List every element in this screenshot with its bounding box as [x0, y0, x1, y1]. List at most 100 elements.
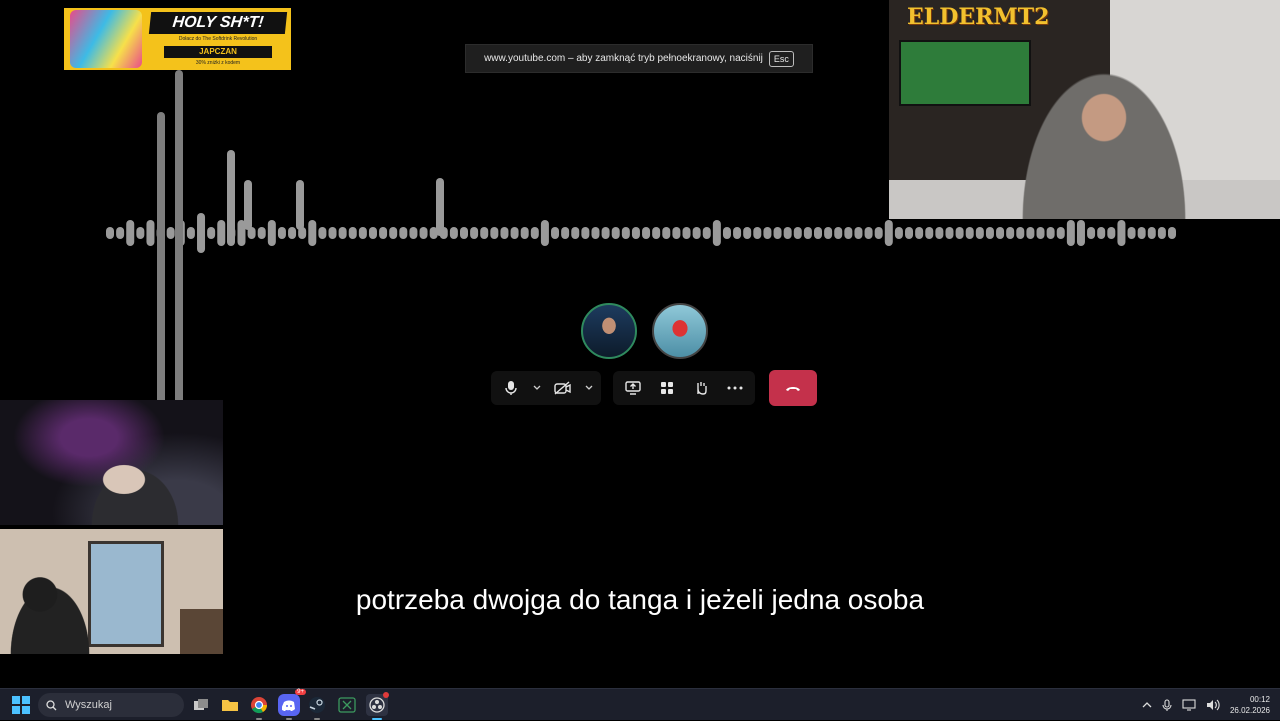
waveform-bar	[490, 227, 499, 239]
waveform-bar	[692, 227, 701, 239]
task-view-button[interactable]	[190, 694, 212, 716]
more-icon	[727, 386, 743, 390]
share-screen-button[interactable]	[617, 373, 649, 403]
apps-button[interactable]	[651, 373, 683, 403]
waveform-bar	[662, 227, 671, 239]
waveform-bar	[702, 227, 711, 239]
waveform-bar	[793, 227, 802, 239]
waveform-bar	[1117, 220, 1126, 246]
waveform-bar	[348, 227, 357, 239]
network-icon[interactable]	[1182, 699, 1196, 711]
apps-icon	[661, 382, 673, 394]
microphone-icon	[505, 381, 517, 395]
waveform-bar	[945, 227, 954, 239]
waveform-bar	[470, 227, 479, 239]
waveform-bar	[1056, 227, 1065, 239]
mic-options-button[interactable]	[529, 373, 545, 403]
sponsor-headline: HOLY SH*T!	[148, 12, 288, 34]
waveform-bar	[1147, 227, 1156, 239]
waveform-bar	[186, 227, 195, 239]
taskbar-clock[interactable]: 00:12 26.02.2026	[1230, 694, 1270, 716]
waveform-bar	[296, 180, 304, 230]
waveform-bar	[227, 150, 235, 246]
waveform-bar	[409, 227, 418, 239]
waveform-bar	[814, 227, 822, 239]
waveform-bar	[1137, 227, 1146, 239]
waveform-bar	[510, 227, 519, 239]
obs-button[interactable]	[366, 692, 389, 720]
discord-button[interactable]: 9+	[278, 689, 306, 720]
more-options-button[interactable]	[719, 373, 751, 403]
waveform-bar	[915, 227, 924, 239]
waveform-bar	[864, 227, 873, 239]
waveform-bar	[1097, 227, 1106, 239]
waveform-bar	[368, 227, 377, 239]
xbox-icon	[338, 697, 356, 713]
waveform-bar	[328, 227, 337, 239]
waveform-bar	[631, 227, 640, 239]
steam-button[interactable]	[306, 694, 328, 720]
camera-off-icon	[554, 381, 571, 395]
waveform-bar	[621, 227, 630, 239]
waveform-bar	[894, 227, 903, 239]
waveform-bar	[652, 227, 661, 239]
participant-image	[80, 455, 190, 525]
microphone-button[interactable]	[495, 373, 527, 403]
waveform-bar	[712, 220, 721, 246]
waveform-bar-tall	[157, 112, 165, 400]
microphone-icon[interactable]	[1162, 698, 1172, 712]
waveform-bar	[1087, 227, 1096, 239]
search-placeholder: Wyszukaj	[65, 699, 112, 711]
hang-up-icon	[786, 387, 800, 391]
waveform-bar	[540, 220, 549, 246]
chevron-down-icon	[533, 385, 541, 390]
participant-avatar-2[interactable]	[652, 303, 708, 359]
clock-time: 00:12	[1249, 695, 1270, 704]
start-button[interactable]	[12, 696, 30, 714]
waveform-bar	[1076, 220, 1085, 246]
waveform-bar	[1168, 227, 1176, 239]
camera-options-button[interactable]	[581, 373, 597, 403]
raise-hand-icon	[697, 382, 707, 395]
streamer-image	[1009, 50, 1199, 219]
waveform-bar	[500, 227, 509, 239]
waveform-bar	[460, 227, 468, 239]
file-explorer-button[interactable]	[219, 694, 241, 716]
waveform-bar	[1006, 227, 1015, 239]
waveform-bar	[682, 227, 691, 239]
waveform-bar	[197, 213, 206, 253]
streamer-webcam: ELDERMT2	[889, 0, 1280, 219]
waveform-bar	[207, 227, 216, 239]
chrome-button[interactable]	[248, 694, 270, 720]
waveform-bar	[436, 178, 444, 236]
waveform-bar	[642, 227, 651, 239]
notification-badge: 9+	[295, 689, 306, 695]
caption-subtitle: potrzeba dwojga do tanga i jeżeli jedna …	[355, 584, 925, 615]
waveform-bar	[824, 227, 833, 239]
waveform-bar	[743, 227, 752, 239]
waveform-bar	[1016, 227, 1025, 239]
participant-avatar-1[interactable]	[581, 303, 637, 359]
search-icon	[46, 699, 57, 710]
waveform-bar	[581, 227, 590, 239]
waveform-bar	[379, 227, 388, 239]
waveform-bar	[520, 227, 529, 239]
waveform-bar	[571, 227, 580, 239]
waveform-bar	[1157, 227, 1166, 239]
xbox-button[interactable]	[336, 694, 358, 716]
waveform-bar	[308, 220, 317, 246]
taskbar-search[interactable]: Wyszukaj	[38, 693, 184, 717]
share-screen-icon	[625, 381, 641, 395]
waveform-bar	[733, 227, 742, 239]
waveform-bar	[975, 227, 984, 239]
waveform-bar	[106, 227, 114, 239]
chevron-up-icon[interactable]	[1142, 702, 1152, 708]
waveform-bar	[935, 227, 944, 239]
hang-up-button[interactable]	[769, 370, 817, 406]
reactions-button[interactable]	[685, 373, 717, 403]
waveform-bar	[672, 227, 681, 239]
waveform-bar	[389, 227, 398, 239]
volume-icon[interactable]	[1206, 699, 1220, 711]
camera-button[interactable]	[547, 373, 579, 403]
waveform-bar	[722, 227, 731, 239]
